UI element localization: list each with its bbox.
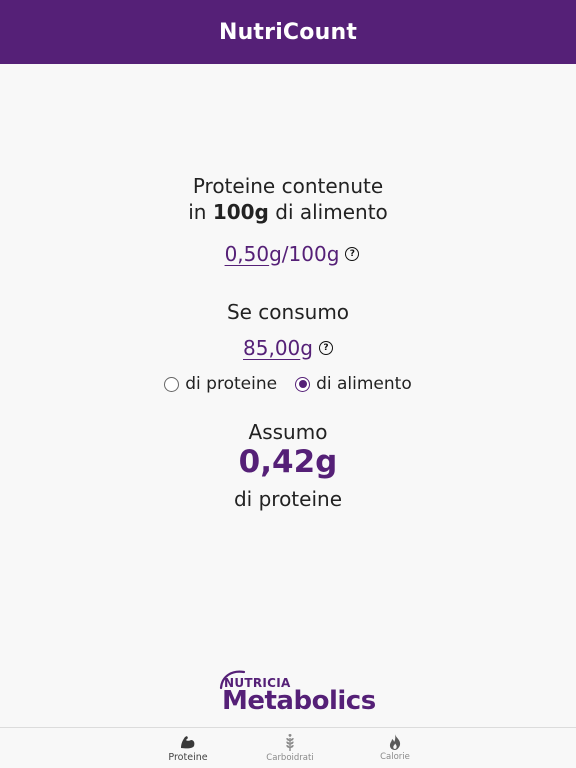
radio-unchecked-icon[interactable] bbox=[164, 376, 180, 392]
result-value: 0,42g bbox=[238, 444, 338, 480]
result-label: Assumo bbox=[248, 420, 328, 444]
app-title: NutriCount bbox=[218, 19, 358, 45]
intro-line-2: in 100g di alimento bbox=[0, 200, 576, 224]
flame-icon bbox=[389, 734, 401, 750]
radio-option-alimento[interactable]: di alimento bbox=[295, 374, 412, 394]
radio-checked-icon[interactable] bbox=[295, 376, 311, 392]
tab-carboidrati[interactable]: Carboidrati bbox=[260, 728, 320, 768]
result-suffix: di proteine bbox=[233, 487, 342, 511]
bicep-icon bbox=[181, 736, 195, 749]
consume-row: 85,00 g ? bbox=[0, 336, 576, 360]
intro-prefix: in bbox=[188, 200, 213, 224]
tab-proteine[interactable]: Proteine bbox=[158, 728, 218, 768]
tab-label: Calorie bbox=[380, 752, 410, 762]
help-icon[interactable]: ? bbox=[318, 341, 333, 355]
app-header: NutriCount bbox=[0, 0, 576, 64]
radio-option-proteine[interactable]: di proteine bbox=[164, 374, 277, 394]
logo-name: Metabolics bbox=[222, 686, 376, 716]
mode-selector: di proteine di alimento bbox=[0, 374, 576, 394]
consume-unit: g bbox=[300, 336, 313, 360]
nutricia-metabolics-logo: NUTRICIA Metabolics bbox=[218, 668, 376, 718]
tab-calorie[interactable]: Calorie bbox=[365, 728, 425, 768]
protein-per-100g-row: 0,50 g/100g ? bbox=[0, 242, 576, 266]
intro-line-1: Proteine contenute bbox=[192, 174, 384, 198]
intro-suffix: di alimento bbox=[268, 200, 388, 224]
help-icon[interactable]: ? bbox=[345, 247, 360, 261]
tab-label: Proteine bbox=[168, 752, 208, 763]
radio-label: di proteine bbox=[185, 374, 278, 394]
tab-bar: Proteine Carboidrati Calorie bbox=[0, 727, 576, 768]
radio-label: di alimento bbox=[316, 374, 412, 394]
protein-per-100g-unit: g/100g bbox=[269, 242, 340, 266]
consume-amount-input[interactable]: 85,00 bbox=[243, 336, 300, 360]
consume-label: Se consumo bbox=[226, 300, 350, 324]
tab-label: Carboidrati bbox=[266, 753, 314, 763]
wheat-icon bbox=[286, 734, 294, 751]
protein-per-100g-input[interactable]: 0,50 bbox=[217, 242, 270, 266]
intro-bold-amount: 100g bbox=[212, 200, 269, 224]
